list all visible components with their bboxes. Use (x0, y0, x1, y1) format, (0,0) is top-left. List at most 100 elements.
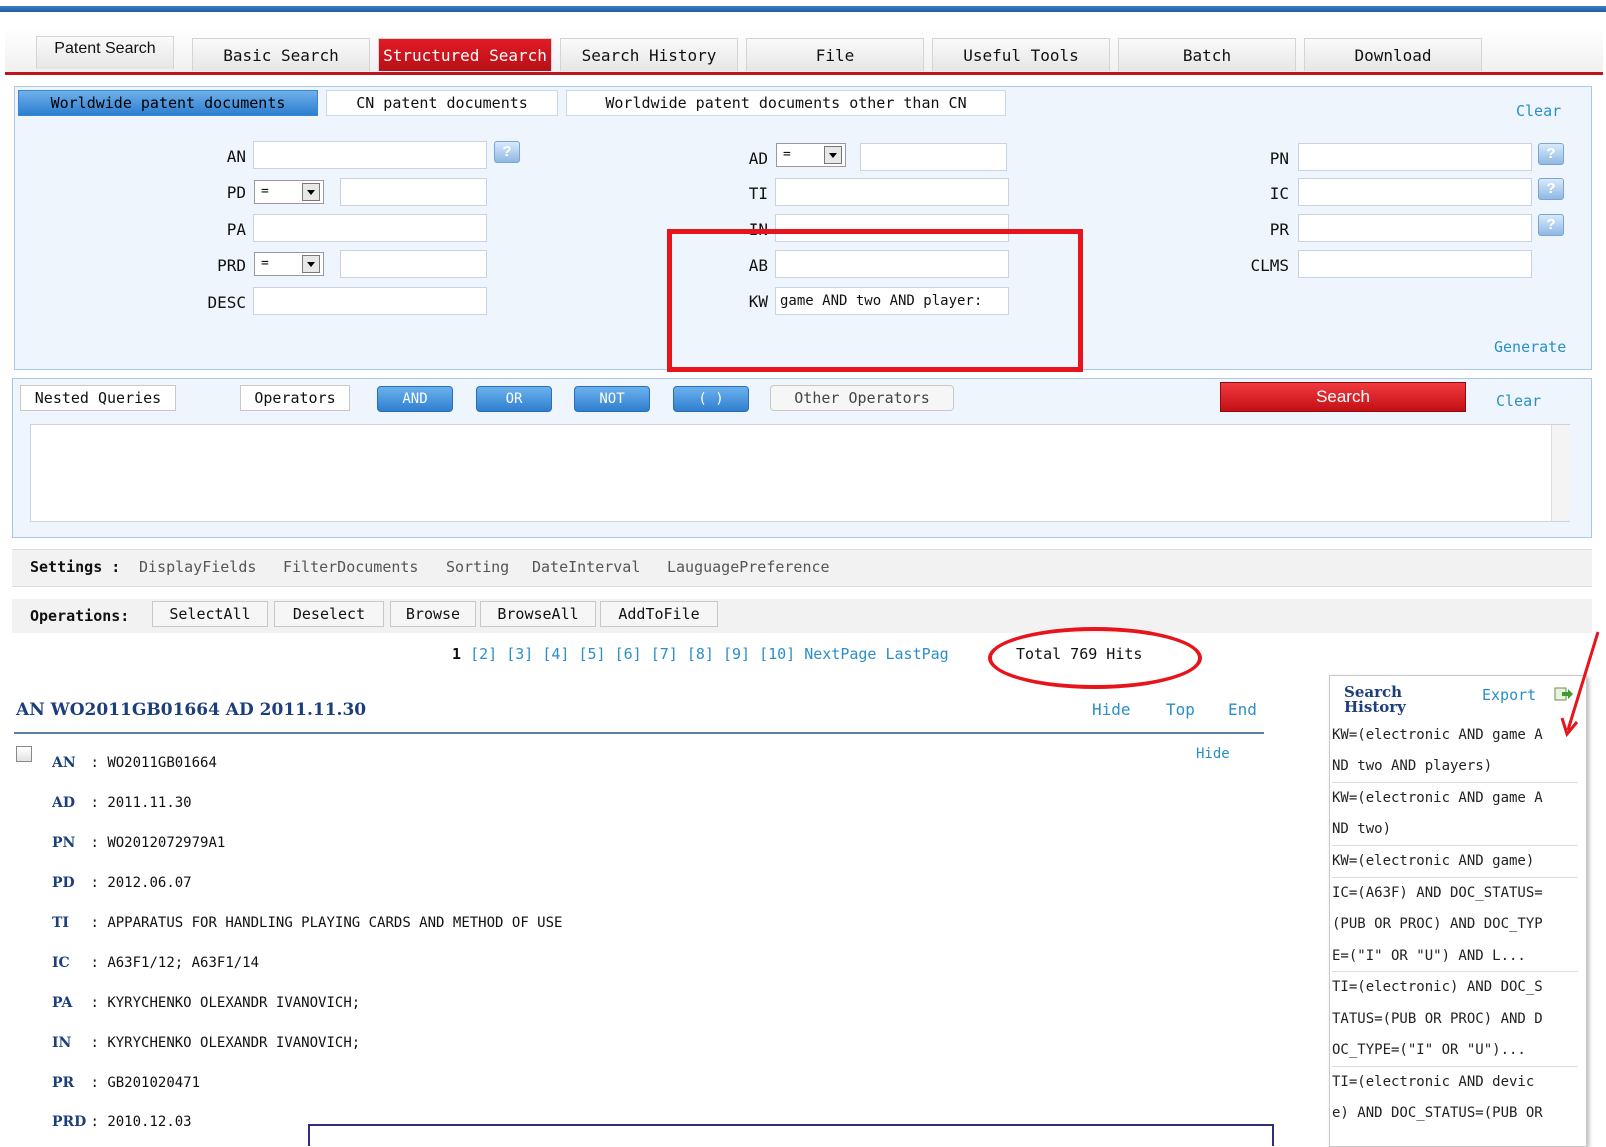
search-history-entry[interactable]: OC_TYPE=("I" OR "U")... (1332, 1035, 1578, 1066)
page-link[interactable]: [2] (470, 645, 497, 663)
result-checkbox[interactable] (16, 746, 32, 762)
field-sep: : (90, 955, 99, 971)
an-help-icon[interactable]: ? (494, 141, 520, 163)
tab-basic-search[interactable]: Basic Search (192, 38, 370, 71)
highlight-rectangle (667, 229, 1083, 372)
setting-filter-documents[interactable]: FilterDocuments (283, 558, 418, 576)
search-history-entry[interactable]: KW=(electronic AND game) (1332, 846, 1578, 877)
top-link[interactable]: Top (1166, 700, 1195, 719)
operator-or-button[interactable]: OR (476, 386, 552, 412)
tab-nested-queries[interactable]: Nested Queries (20, 385, 176, 411)
result-field-pr: PR : GB201020471 (52, 1075, 200, 1091)
hide-details-link[interactable]: Hide (1196, 746, 1230, 762)
ic-help-icon[interactable]: ? (1538, 178, 1564, 200)
setting-display-fields[interactable]: DisplayFields (139, 558, 256, 576)
pd-input[interactable] (340, 178, 487, 206)
pn-help-icon[interactable]: ? (1538, 143, 1564, 165)
field-key: IN (52, 1035, 72, 1051)
clms-input[interactable] (1298, 250, 1532, 278)
an-input[interactable] (253, 141, 487, 169)
page-link[interactable]: [4] (542, 645, 569, 663)
ad-input[interactable] (860, 143, 1007, 171)
pn-input[interactable] (1298, 143, 1532, 171)
result-header: AN WO2011GB01664 AD 2011.11.30 (16, 700, 367, 720)
desc-input[interactable] (253, 287, 487, 315)
select-all-button[interactable]: SelectAll (152, 601, 268, 627)
setting-date-interval[interactable]: DateInterval (532, 558, 640, 576)
page-link[interactable]: [9] (723, 645, 750, 663)
pr-input[interactable] (1298, 214, 1532, 242)
tab-patent-search[interactable]: Patent Search (36, 36, 174, 69)
search-history-entry[interactable]: TI=(electronic) AND DOC_S (1332, 972, 1578, 1003)
tab-useful-tools[interactable]: Useful Tools (932, 38, 1110, 71)
field-value: KYRYCHENKO OLEXANDR IVANOVICH; (107, 1035, 361, 1051)
clear-fields-link[interactable]: Clear (1516, 102, 1561, 120)
page-link[interactable]: [6] (615, 645, 642, 663)
search-history-entry[interactable]: ND two AND players) (1332, 751, 1578, 782)
tab-download[interactable]: Download (1304, 38, 1482, 71)
tab-structured-search[interactable]: Structured Search (378, 38, 552, 71)
browse-button[interactable]: Browse (390, 601, 476, 627)
search-history-entry[interactable]: ND two) (1332, 814, 1578, 845)
subtab-worldwide-other[interactable]: Worldwide patent documents other than CN (566, 90, 1006, 116)
query-scrollbar[interactable] (1551, 425, 1570, 521)
ti-input[interactable] (775, 178, 1009, 206)
setting-sorting[interactable]: Sorting (446, 558, 509, 576)
history-separator (1332, 877, 1578, 878)
field-key: PR (52, 1075, 75, 1091)
export-link[interactable]: Export (1482, 686, 1536, 704)
page-link[interactable]: [3] (506, 645, 533, 663)
tab-batch[interactable]: Batch (1118, 38, 1296, 71)
pr-help-icon[interactable]: ? (1538, 214, 1564, 236)
query-textarea[interactable] (30, 424, 1570, 522)
field-key: AN (52, 755, 76, 771)
end-link[interactable]: End (1228, 700, 1257, 719)
next-page-link[interactable]: NextPage (804, 645, 876, 663)
search-history-entry[interactable]: TI=(electronic AND devic (1332, 1067, 1578, 1098)
prd-operator-select[interactable]: = (254, 252, 324, 276)
deselect-button[interactable]: Deselect (274, 601, 384, 627)
field-sep: : (90, 1114, 99, 1130)
page-link[interactable]: [7] (651, 645, 678, 663)
page-link[interactable]: [5] (578, 645, 605, 663)
field-sep: : (90, 995, 99, 1011)
search-history-entry[interactable]: KW=(electronic AND game A (1332, 720, 1578, 751)
subtab-worldwide[interactable]: Worldwide patent documents (18, 90, 318, 116)
tab-file[interactable]: File (746, 38, 924, 71)
operator-and-button[interactable]: AND (377, 386, 453, 412)
search-history-entry[interactable]: e) AND DOC_STATUS=(PUB OR (1332, 1098, 1578, 1129)
search-history-entry[interactable]: TATUS=(PUB OR PROC) AND D (1332, 1004, 1578, 1035)
search-history-entry[interactable]: (PUB OR PROC) AND DOC_TYP (1332, 909, 1578, 940)
generate-link[interactable]: Generate (1494, 338, 1566, 356)
operator-not-button[interactable]: NOT (574, 386, 650, 412)
label-pd: PD (226, 183, 246, 202)
page-link[interactable]: [10] (759, 645, 795, 663)
ad-operator-select[interactable]: = (776, 143, 846, 167)
tab-operators[interactable]: Operators (240, 385, 350, 411)
clear-query-link[interactable]: Clear (1496, 392, 1541, 410)
field-key: PD (52, 875, 75, 891)
hide-link[interactable]: Hide (1092, 700, 1131, 719)
setting-language-preference[interactable]: LauguagePreference (667, 558, 830, 576)
last-page-link[interactable]: LastPag (886, 645, 949, 663)
field-value: A63F1/12; A63F1/14 (107, 955, 260, 971)
pd-operator-select[interactable]: = (254, 180, 324, 204)
tab-search-history[interactable]: Search History (560, 38, 738, 71)
search-history-entry[interactable]: E=("I" OR "U") AND L... (1332, 941, 1578, 972)
subtab-cn[interactable]: CN patent documents (326, 90, 558, 116)
page-link[interactable]: [8] (687, 645, 714, 663)
other-operators-button[interactable]: Other Operators (770, 385, 954, 411)
pa-input[interactable] (253, 214, 487, 242)
current-page: 1 (452, 645, 462, 663)
add-to-file-button[interactable]: AddToFile (600, 601, 718, 627)
field-key: PRD (52, 1114, 87, 1130)
browse-all-button[interactable]: BrowseAll (480, 601, 596, 627)
prd-input[interactable] (340, 250, 487, 278)
operator-parentheses-button[interactable]: ( ) (673, 386, 749, 412)
search-history-entry[interactable]: IC=(A63F) AND DOC_STATUS= (1332, 878, 1578, 909)
ic-input[interactable] (1298, 178, 1532, 206)
search-history-entry[interactable]: KW=(electronic AND game A (1332, 783, 1578, 814)
settings-label: Settings : (30, 558, 121, 576)
highlight-ellipse (988, 627, 1202, 689)
search-button[interactable]: Search (1220, 382, 1466, 412)
